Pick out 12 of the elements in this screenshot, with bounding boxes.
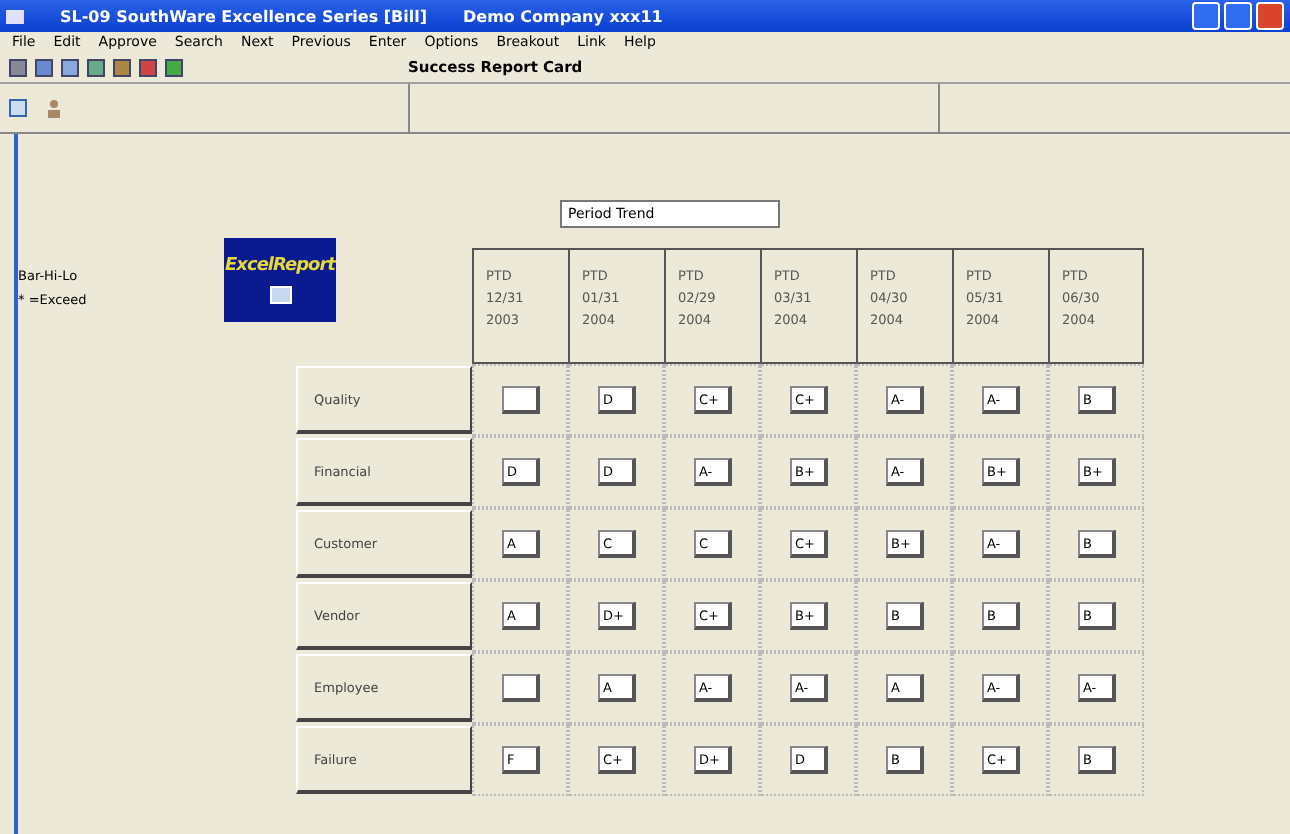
grade-field[interactable] <box>501 386 539 414</box>
logo-text: ExcelReport <box>225 256 335 276</box>
maximize-button[interactable] <box>1224 2 1252 30</box>
window-title: SL-09 SouthWare Excellence Series [Bill] <box>60 7 427 25</box>
window-icon[interactable] <box>8 98 28 118</box>
minimize-button[interactable] <box>1192 2 1220 30</box>
person-icon[interactable] <box>44 98 64 118</box>
grade-field[interactable] <box>501 674 539 702</box>
logo-icon <box>269 286 291 304</box>
document-title: Demo Company xxx11 <box>463 7 663 25</box>
app-icon <box>6 9 24 23</box>
close-button[interactable] <box>1256 2 1284 30</box>
